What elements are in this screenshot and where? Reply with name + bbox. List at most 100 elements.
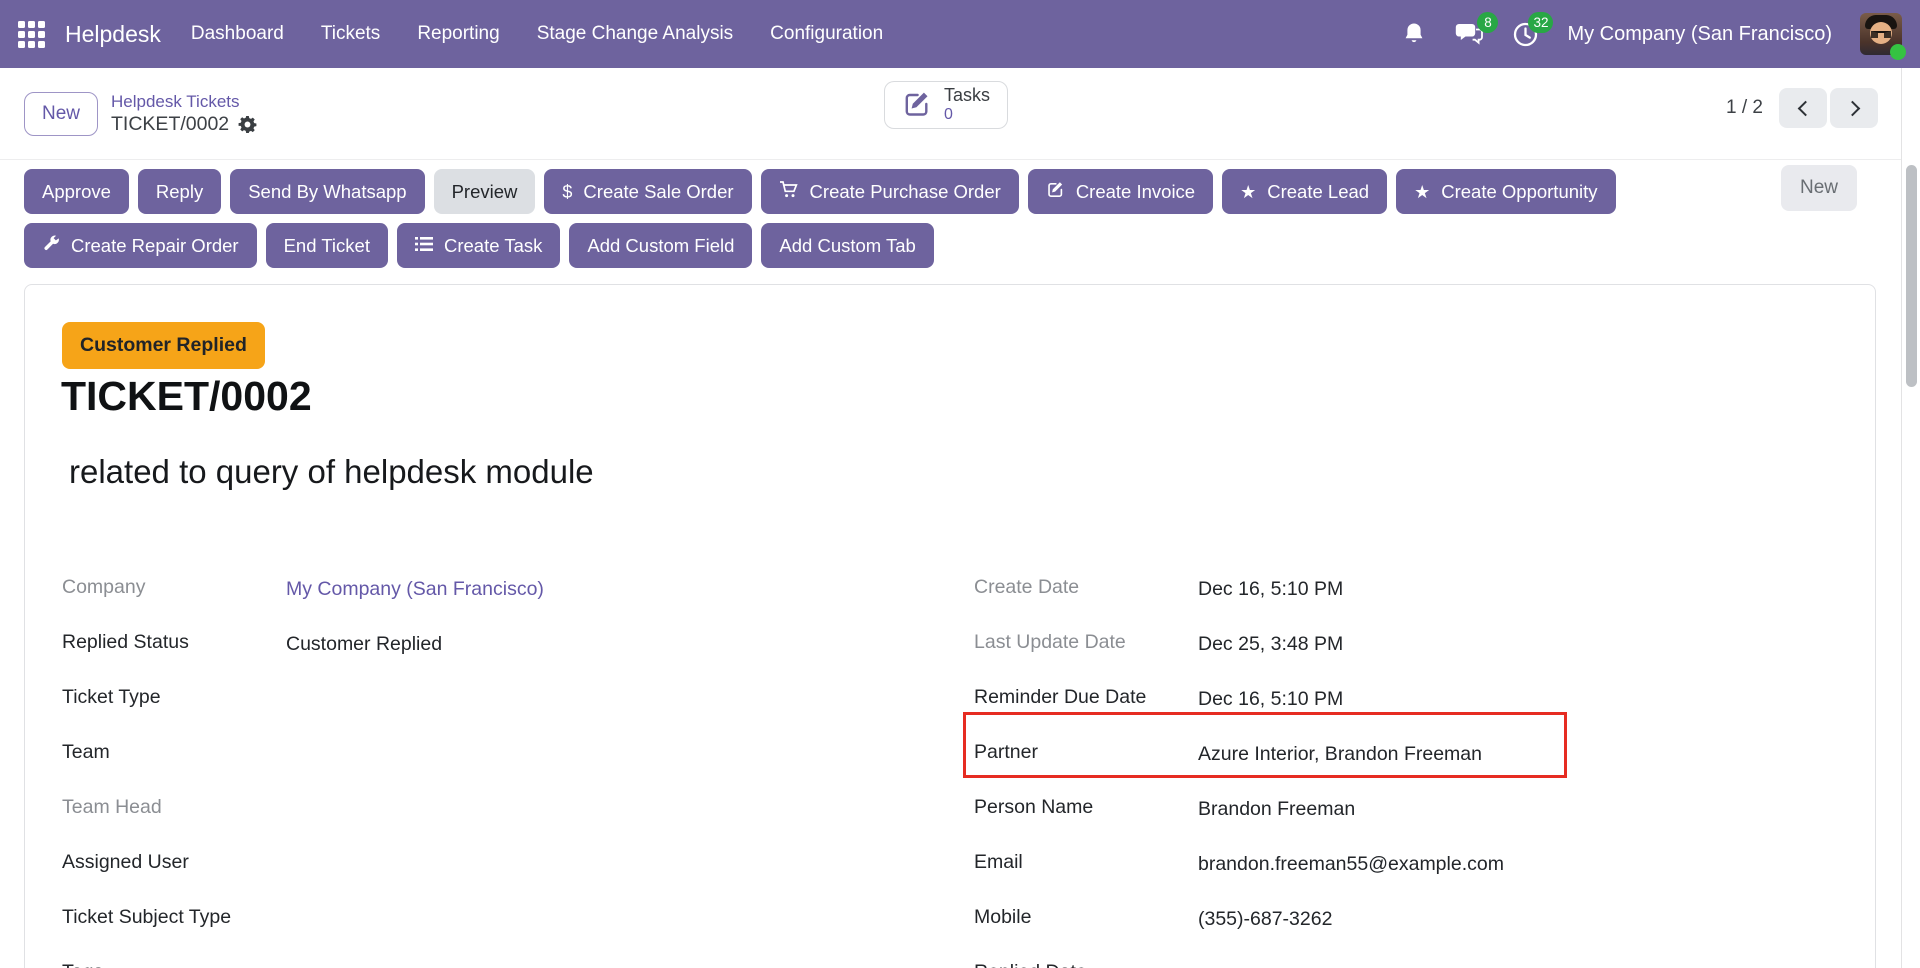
create-lead-button[interactable]: ★ Create Lead (1222, 169, 1387, 214)
cart-icon (779, 180, 799, 204)
field-value-person-name[interactable]: Brandon Freeman (1198, 795, 1355, 821)
field-row-replied-status: Replied Status Customer Replied (62, 630, 702, 685)
field-label-team-head: Team Head (62, 795, 286, 819)
field-row-company: Company My Company (San Francisco) (62, 575, 702, 630)
field-value-last-update-date: Dec 25, 3:48 PM (1198, 630, 1343, 656)
fields-column-right: Create Date Dec 16, 5:10 PM Last Update … (974, 575, 1634, 968)
field-row-create-date: Create Date Dec 16, 5:10 PM (974, 575, 1634, 630)
field-row-mobile: Mobile (355)-687-3262 (974, 905, 1634, 960)
field-label-team: Team (62, 740, 286, 764)
create-sale-order-button[interactable]: $ Create Sale Order (544, 169, 751, 214)
action-buttons-area: Approve Reply Send By Whatsapp Preview $… (0, 160, 1901, 282)
nav-item-tickets[interactable]: Tickets (321, 23, 380, 45)
main-menu: Dashboard Tickets Reporting Stage Change… (191, 23, 883, 45)
create-opportunity-button[interactable]: ★ Create Opportunity (1396, 169, 1615, 214)
pager-next-button[interactable] (1830, 88, 1878, 128)
new-record-button[interactable]: New (24, 92, 98, 136)
field-label-mobile: Mobile (974, 905, 1198, 929)
field-value-mobile[interactable]: (355)-687-3262 (1198, 905, 1332, 931)
field-label-ticket-type: Ticket Type (62, 685, 286, 709)
field-value-partner[interactable]: Azure Interior, Brandon Freeman (1198, 740, 1482, 766)
field-row-ticket-type: Ticket Type (62, 685, 702, 740)
user-avatar[interactable] (1860, 13, 1902, 55)
field-value-email[interactable]: brandon.freeman55@example.com (1198, 850, 1504, 876)
breadcrumb-current: TICKET/0002 (111, 113, 229, 136)
pager-counter: 1 / 2 (1726, 97, 1763, 119)
company-switcher[interactable]: My Company (San Francisco) (1567, 23, 1832, 46)
action-row-2: Create Repair Order End Ticket Create Ta… (24, 223, 1877, 268)
create-task-button[interactable]: Create Task (397, 223, 560, 268)
activities-clock-icon[interactable]: 32 (1512, 21, 1539, 48)
field-label-tags: Tags (62, 960, 286, 968)
nav-item-dashboard[interactable]: Dashboard (191, 23, 284, 45)
nav-right-group: 8 32 My Company (San Francisco) (1402, 13, 1902, 55)
nav-item-configuration[interactable]: Configuration (770, 23, 883, 45)
chevron-right-icon (1844, 100, 1860, 116)
tasks-stat-button[interactable]: Tasks 0 (884, 81, 1008, 129)
field-label-person-name: Person Name (974, 795, 1198, 819)
breadcrumb-parent-link[interactable]: Helpdesk Tickets (111, 92, 257, 112)
list-icon (415, 235, 433, 257)
field-row-person-name: Person Name Brandon Freeman (974, 795, 1634, 850)
stage-badge: Customer Replied (62, 322, 265, 369)
field-row-tags: Tags (62, 960, 702, 968)
field-label-ticket-subject-type: Ticket Subject Type (62, 905, 286, 929)
create-invoice-button[interactable]: Create Invoice (1028, 169, 1213, 214)
nav-item-reporting[interactable]: Reporting (417, 23, 499, 45)
edit-icon (902, 89, 932, 122)
edit-icon (1046, 180, 1065, 204)
star-icon: ★ (1240, 183, 1256, 201)
apps-menu-icon[interactable] (18, 21, 45, 48)
field-row-team-head: Team Head (62, 795, 702, 850)
settings-gear-icon[interactable] (238, 115, 257, 134)
reply-button[interactable]: Reply (138, 169, 221, 214)
approve-button[interactable]: Approve (24, 169, 129, 214)
nav-item-stage-change-analysis[interactable]: Stage Change Analysis (537, 23, 733, 45)
pager-previous-button[interactable] (1779, 88, 1827, 128)
messages-count-badge: 8 (1477, 12, 1498, 33)
chevron-left-icon (1797, 100, 1813, 116)
activities-count-badge: 32 (1528, 12, 1553, 33)
online-status-dot (1890, 44, 1906, 60)
record-pager: 1 / 2 (1726, 88, 1878, 128)
field-row-email: Email brandon.freeman55@example.com (974, 850, 1634, 905)
field-row-team: Team (62, 740, 702, 795)
wrench-icon (42, 234, 60, 257)
add-custom-field-button[interactable]: Add Custom Field (569, 223, 752, 268)
field-value-company[interactable]: My Company (San Francisco) (286, 575, 544, 601)
field-label-create-date: Create Date (974, 575, 1198, 599)
create-repair-order-button[interactable]: Create Repair Order (24, 223, 257, 268)
field-value-replied-status[interactable]: Customer Replied (286, 630, 442, 656)
scrollbar-thumb[interactable] (1906, 165, 1917, 387)
field-row-reminder-due-date: Reminder Due Date Dec 16, 5:10 PM (974, 685, 1634, 740)
field-row-replied-date: Replied Date (974, 960, 1634, 968)
field-value-create-date: Dec 16, 5:10 PM (1198, 575, 1343, 601)
field-label-partner: Partner (974, 740, 1198, 764)
field-value-reminder-due-date[interactable]: Dec 16, 5:10 PM (1198, 685, 1343, 711)
end-ticket-button[interactable]: End Ticket (266, 223, 388, 268)
notifications-bell-icon[interactable] (1402, 21, 1426, 47)
control-bar: New Helpdesk Tickets TICKET/0002 (0, 68, 1901, 160)
field-row-assigned-user: Assigned User (62, 850, 702, 905)
add-custom-tab-button[interactable]: Add Custom Tab (761, 223, 933, 268)
field-row-last-update-date: Last Update Date Dec 25, 3:48 PM (974, 630, 1634, 685)
status-new-badge: New (1781, 165, 1857, 211)
field-label-email: Email (974, 850, 1198, 874)
helpdesk-app-window: Helpdesk Dashboard Tickets Reporting Sta… (0, 0, 1920, 968)
field-row-partner: Partner Azure Interior, Brandon Freeman (974, 740, 1634, 795)
ticket-title[interactable]: TICKET/0002 (61, 373, 312, 420)
messages-chat-icon[interactable]: 8 (1454, 21, 1484, 47)
create-purchase-order-button[interactable]: Create Purchase Order (761, 169, 1019, 214)
page-scrollbar (1901, 68, 1920, 968)
action-row-1: Approve Reply Send By Whatsapp Preview $… (24, 169, 1877, 214)
app-title[interactable]: Helpdesk (65, 21, 161, 48)
ticket-subtitle[interactable]: related to query of helpdesk module (69, 453, 594, 491)
field-label-last-update-date: Last Update Date (974, 630, 1198, 654)
send-by-whatsapp-button[interactable]: Send By Whatsapp (230, 169, 424, 214)
tasks-label: Tasks (944, 86, 990, 106)
preview-button[interactable]: Preview (434, 169, 536, 214)
field-label-reminder-due-date: Reminder Due Date (974, 685, 1198, 709)
tasks-count: 0 (944, 106, 953, 124)
nav-left-group: Helpdesk Dashboard Tickets Reporting Sta… (18, 21, 883, 48)
star-icon: ★ (1414, 183, 1430, 201)
